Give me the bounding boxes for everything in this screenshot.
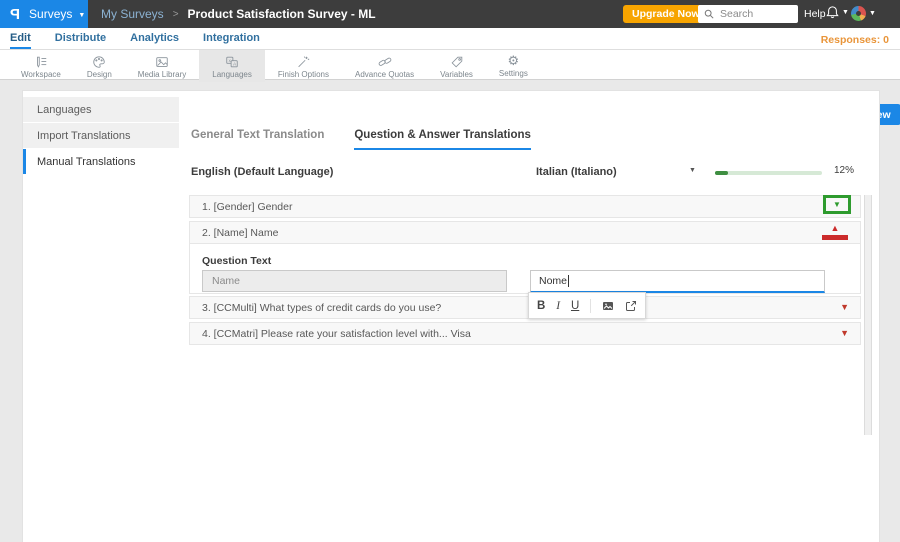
translation-tabs: General Text Translation Question & Answ… (191, 129, 531, 150)
chevron-down-icon: ▼ (833, 199, 841, 209)
avatar (851, 6, 866, 21)
breadcrumb: My Surveys > Product Satisfaction Survey… (101, 0, 376, 28)
help-link[interactable]: Help (804, 8, 826, 20)
media-library-icon (156, 56, 168, 67)
question-row-name[interactable]: 2. [Name] Name ▲ (189, 221, 861, 244)
workspace-icon (37, 56, 47, 68)
question-row-ccmulti[interactable]: 3. [CCMulti] What types of credit cards … (189, 296, 861, 319)
source-text-input[interactable] (202, 270, 507, 292)
target-language-dropdown[interactable]: Italian (Italiano) (536, 166, 617, 178)
search-input[interactable] (718, 7, 786, 21)
question-row-gender[interactable]: 1. [Gender] Gender ▼ (189, 195, 861, 218)
upgrade-now-button[interactable]: Upgrade Now (623, 5, 709, 23)
chevron-down-icon[interactable]: ▼ (840, 329, 849, 338)
translation-progress-bar (715, 171, 822, 175)
page-title: Product Satisfaction Survey - ML (187, 7, 376, 21)
ribbon-item-finish-options[interactable]: Finish Options (265, 50, 342, 82)
ribbon-item-workspace[interactable]: Workspace (8, 50, 74, 82)
nav-item-integration[interactable]: Integration (203, 28, 260, 47)
questionpro-logo[interactable]: P (10, 6, 20, 23)
ribbon-item-settings[interactable]: ⚙ Settings (486, 50, 541, 82)
nav-item-distribute[interactable]: Distribute (55, 28, 106, 47)
global-search[interactable] (698, 5, 798, 23)
survey-nav-items: Edit Distribute Analytics Integration (10, 28, 260, 49)
red-underline-annotation (822, 235, 848, 240)
question-row-ccmatri[interactable]: 4. [CCMatri] Please rate your satisfacti… (189, 322, 861, 345)
languages-translate-icon: x A (226, 56, 238, 67)
chain-links-icon (378, 57, 391, 66)
question-editor-panel: Question Text Nome (189, 244, 861, 294)
surveys-menu-label: Surveys (29, 7, 73, 21)
account-menu[interactable]: ▼ (851, 6, 876, 21)
source-language-label: English (Default Language) (191, 166, 334, 178)
sidebar-item-manual-translations[interactable]: Manual Translations (23, 149, 179, 174)
breadcrumb-my-surveys[interactable]: My Surveys (101, 7, 164, 21)
chevron-down-icon[interactable]: ▼ (840, 303, 849, 312)
translation-progress-fill (715, 171, 728, 175)
underline-button[interactable]: U (571, 300, 579, 312)
ribbon-item-advance-quotas[interactable]: Advance Quotas (342, 50, 427, 82)
translation-progress-percent: 12% (834, 165, 855, 176)
expand-toggle-highlighted[interactable]: ▼ (823, 195, 851, 214)
chevron-up-icon: ▲ (830, 223, 840, 233)
insert-image-button[interactable] (602, 300, 614, 312)
bell-icon (826, 6, 839, 19)
gear-icon: ⚙ (507, 54, 520, 69)
nav-item-analytics[interactable]: Analytics (130, 28, 179, 47)
ribbon-item-languages[interactable]: x A Languages (199, 50, 265, 82)
ribbon-item-media-library[interactable]: Media Library (125, 50, 199, 82)
translations-card: Languages Import Translations Manual Tra… (22, 90, 880, 542)
ribbon-item-design[interactable]: Design (74, 50, 125, 82)
chevron-down-icon[interactable]: ▼ (689, 167, 696, 174)
sidebar-item-languages[interactable]: Languages (23, 97, 179, 122)
tab-question-answer-translations[interactable]: Question & Answer Translations (354, 129, 531, 150)
notifications-menu[interactable]: ▼ (826, 5, 849, 19)
chevron-down-icon: ▼ (842, 8, 849, 16)
design-palette-icon (93, 55, 106, 68)
ribbon-item-variables[interactable]: Variables (427, 50, 486, 82)
italic-button[interactable]: I (556, 300, 560, 312)
toolbar-divider (590, 298, 592, 313)
survey-nav-bar: Edit Distribute Analytics Integration Re… (0, 28, 900, 50)
search-icon (704, 9, 714, 19)
bold-button[interactable]: B (537, 300, 545, 312)
breadcrumb-separator-icon: > (172, 8, 179, 20)
text-cursor (568, 275, 570, 287)
question-text-label: Question Text (202, 255, 272, 267)
text-format-toolbar: B I U (528, 292, 646, 319)
ribbon-items: Workspace Design Media Library x A Langu… (8, 50, 541, 82)
collapse-toggle[interactable]: ▲ (822, 224, 848, 240)
sidebar-item-import-translations[interactable]: Import Translations (23, 123, 179, 148)
scrollbar-track[interactable] (864, 195, 872, 435)
edit-ribbon: Workspace Design Media Library x A Langu… (0, 50, 900, 125)
tab-general-text-translation[interactable]: General Text Translation (191, 129, 324, 150)
translation-text-input[interactable]: Nome (530, 270, 825, 293)
top-header-bar: P Surveys ▼ My Surveys > Product Satisfa… (0, 0, 900, 28)
chevron-down-icon: ▼ (78, 11, 86, 19)
magic-wand-icon (298, 55, 310, 67)
chevron-down-icon: ▼ (869, 10, 876, 17)
tag-icon (451, 56, 462, 67)
responses-count[interactable]: Responses: 0 (821, 34, 889, 46)
target-language-value: Italian (Italiano) (536, 166, 617, 178)
surveys-product-menu[interactable]: P Surveys ▼ (0, 0, 88, 28)
nav-item-edit[interactable]: Edit (10, 28, 31, 49)
insert-link-button[interactable] (625, 300, 637, 312)
app-window: P Surveys ▼ My Surveys > Product Satisfa… (0, 0, 900, 542)
